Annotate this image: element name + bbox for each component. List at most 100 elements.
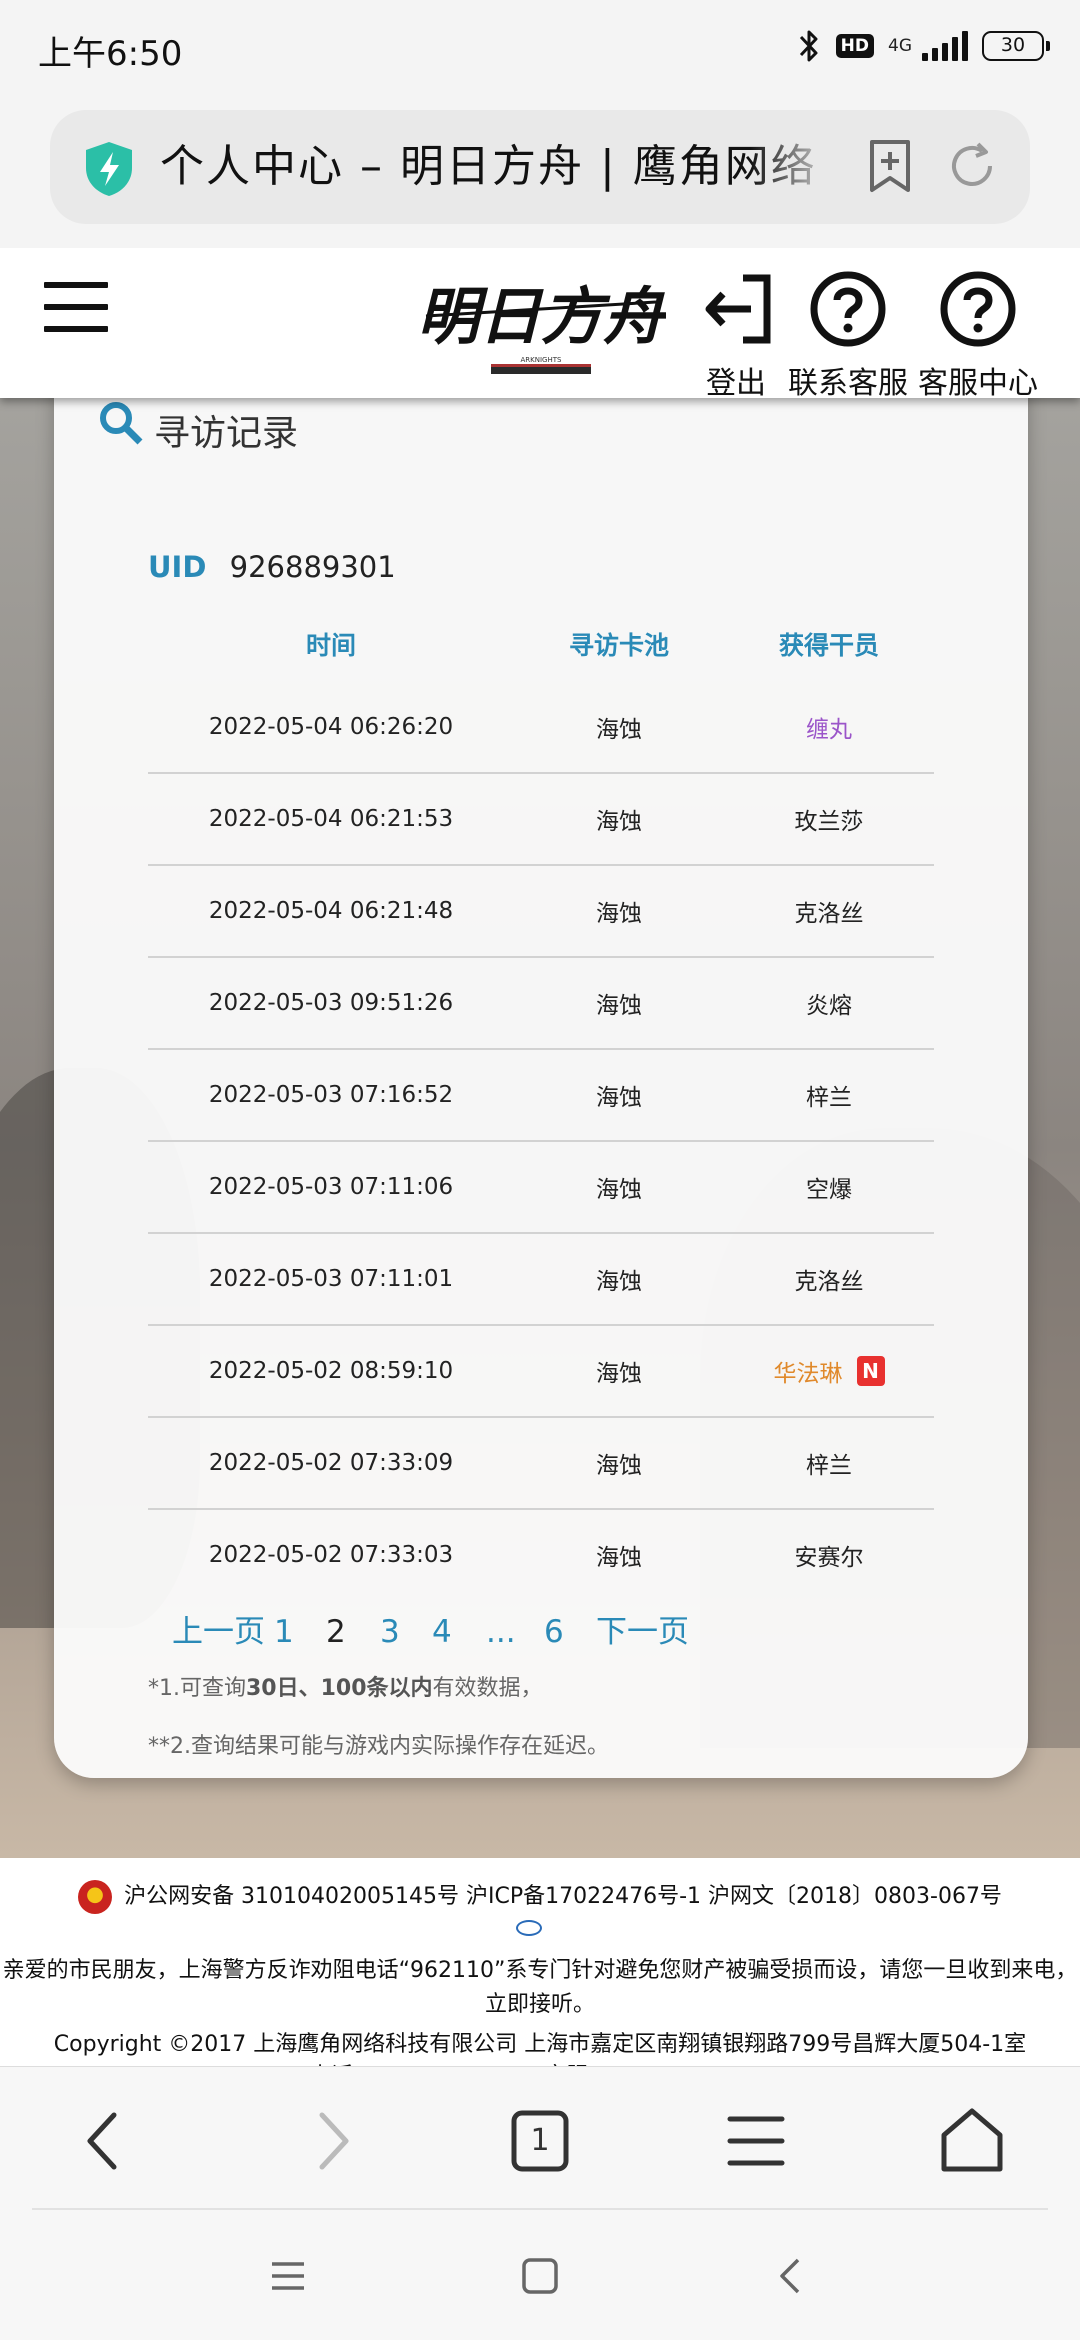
status-icons: HD 4G 30	[796, 24, 1050, 68]
row-pool: 海蚀	[596, 1545, 642, 1571]
table-row: 2022-05-02 07:33:03 海蚀 安赛尔	[148, 1510, 934, 1600]
service-center-label: 客服中心	[918, 366, 1038, 401]
logout-label: 登出	[706, 366, 766, 401]
table-body: 2022-05-04 06:26:20 海蚀 缠丸 2022-05-04 06:21:…	[148, 682, 934, 1600]
table-row: 2022-05-02 07:33:09 海蚀 梓兰	[148, 1418, 934, 1510]
uid-row: UID 926889301	[148, 550, 396, 584]
system-nav-bar	[0, 2210, 1080, 2340]
arknights-logo[interactable]: 明日方舟 ARKNIGHTS	[416, 268, 666, 388]
status-time: 上午6:50	[38, 34, 183, 74]
row-operator: 安赛尔	[794, 1545, 864, 1571]
battery-icon: 30	[982, 31, 1050, 61]
row-pool: 海蚀	[596, 901, 642, 927]
table-header: 时间 寻访卡池 获得干员	[148, 606, 934, 682]
search-icon	[100, 402, 143, 445]
help-circle-icon	[940, 271, 1016, 347]
row-operator: 炎熔	[806, 993, 852, 1019]
page-title[interactable]: 个人中心 – 明日方舟 | 鹰角网络	[160, 138, 850, 196]
police-emblem-icon	[78, 1880, 113, 1914]
forward-icon[interactable]	[290, 2101, 370, 2181]
uid-label: UID	[148, 550, 207, 584]
home-icon[interactable]	[932, 2101, 1012, 2181]
row-time: 2022-05-03 07:11:06	[208, 1174, 454, 1200]
row-operator: 克洛丝	[794, 901, 864, 927]
web-content: 明日方舟 ARKNIGHTS 登出 联系客服 客服中心 寻访记录 UID 926…	[0, 248, 1080, 1858]
logout-button[interactable]: 登出	[692, 270, 780, 402]
bluetooth-icon	[799, 30, 818, 62]
row-operator-cell: 空爆	[724, 1170, 934, 1204]
recents-icon[interactable]	[266, 2254, 310, 2298]
row-operator-cell: 华法琳 N	[724, 1354, 934, 1388]
row-operator: 空爆	[806, 1177, 852, 1203]
row-operator: 玫兰莎	[794, 809, 864, 835]
table-row: 2022-05-02 08:59:10 海蚀 华法琳 N	[148, 1326, 934, 1418]
note-delay: **2.查询结果可能与游戏内实际操作存在延迟。	[148, 1734, 609, 1759]
table-row: 2022-05-04 06:26:20 海蚀 缠丸	[148, 682, 934, 774]
row-operator-cell: 炎熔	[724, 986, 934, 1020]
row-operator: 缠丸	[806, 717, 852, 743]
next-page-link[interactable]: 下一页	[596, 1606, 689, 1658]
site-footer: 沪公网安备 31010402005145号 沪ICP备17022476号-1 沪…	[0, 1858, 1080, 2066]
signal-icon	[922, 31, 968, 61]
tab-count: 1	[530, 2123, 550, 2158]
table-row: 2022-05-03 07:16:52 海蚀 梓兰	[148, 1050, 934, 1142]
row-time: 2022-05-03 07:16:52	[208, 1082, 454, 1108]
page-link-6[interactable]: 6	[544, 1606, 564, 1658]
row-operator: 梓兰	[806, 1453, 852, 1479]
note-suffix: 有效数据，	[432, 1676, 543, 1701]
help-circle-icon	[810, 271, 886, 347]
row-time: 2022-05-02 08:59:10	[208, 1358, 454, 1384]
note-query-limit: *1.可查询30日、100条以内有效数据，	[148, 1670, 543, 1702]
row-pool: 海蚀	[596, 1177, 642, 1203]
table-row: 2022-05-03 09:51:26 海蚀 炎熔	[148, 958, 934, 1050]
pagination: 上一页 1 2 3 4 ... 6 下一页	[148, 1606, 948, 1658]
row-time: 2022-05-03 09:51:26	[208, 990, 454, 1016]
registration-line: 沪公网安备 31010402005145号 沪ICP备17022476号-1 沪…	[0, 1878, 1080, 1914]
logo-text: 明日方舟	[417, 280, 666, 353]
column-header-operator: 获得干员	[778, 631, 879, 660]
row-pool: 海蚀	[596, 717, 642, 743]
page-link-3[interactable]: 3	[380, 1606, 400, 1658]
row-operator: 克洛丝	[794, 1269, 864, 1295]
column-header-time: 时间	[305, 631, 356, 660]
menu-icon[interactable]	[716, 2101, 796, 2181]
address-bar[interactable]: 个人中心 – 明日方舟 | 鹰角网络	[50, 110, 1030, 224]
contact-support-label: 联系客服	[788, 366, 908, 401]
uid-value: 926889301	[229, 550, 396, 584]
hamburger-menu-icon[interactable]	[44, 282, 108, 334]
row-operator-cell: 玫兰莎	[724, 802, 934, 836]
home-icon[interactable]	[518, 2254, 562, 2298]
anti-fraud-notice: 亲爱的市民朋友，上海警方反诈劝阻电话“962110”系专门针对避免您财产被骗受损…	[2, 1958, 1078, 2017]
page-ellipsis: ...	[486, 1614, 516, 1650]
contact-text: 电话：021-64399377 客服QQ：800830064	[0, 2058, 1080, 2066]
status-bar: 上午6:50 HD 4G 30	[0, 0, 1080, 96]
card-title: 寻访记录	[154, 413, 299, 454]
back-icon[interactable]	[770, 2254, 814, 2298]
row-time: 2022-05-03 07:11:01	[208, 1266, 454, 1292]
add-bookmark-icon[interactable]	[860, 136, 920, 196]
row-pool: 海蚀	[596, 1085, 642, 1111]
page-link-1[interactable]: 1	[274, 1606, 294, 1658]
secure-shield-icon[interactable]	[82, 140, 136, 198]
table-row: 2022-05-03 07:11:01 海蚀 克洛丝	[148, 1234, 934, 1326]
back-icon[interactable]	[66, 2101, 146, 2181]
row-operator: 梓兰	[806, 1085, 852, 1111]
prev-page-link[interactable]: 上一页	[172, 1606, 265, 1658]
registration-text[interactable]: 沪公网安备 31010402005145号 沪ICP备17022476号-1 沪…	[124, 1884, 1002, 1909]
row-pool: 海蚀	[596, 1453, 642, 1479]
hd-voice-icon: HD	[835, 34, 874, 58]
row-operator-cell: 缠丸	[724, 710, 934, 744]
tabs-button[interactable]: 1	[500, 2101, 580, 2181]
row-operator-cell: 梓兰	[724, 1446, 934, 1480]
row-time: 2022-05-02 07:33:09	[208, 1450, 454, 1476]
contact-support-button[interactable]: 联系客服	[788, 270, 908, 402]
table-row: 2022-05-04 06:21:48 海蚀 克洛丝	[148, 866, 934, 958]
service-center-button[interactable]: 客服中心	[918, 270, 1038, 402]
row-operator-cell: 安赛尔	[724, 1538, 934, 1572]
reload-icon[interactable]	[942, 136, 1002, 196]
note-prefix: *1.可查询	[148, 1676, 246, 1701]
page-link-4[interactable]: 4	[432, 1606, 452, 1658]
row-time: 2022-05-04 06:21:48	[208, 898, 454, 924]
row-operator-cell: 克洛丝	[724, 894, 934, 928]
row-operator: 华法琳	[773, 1361, 843, 1387]
